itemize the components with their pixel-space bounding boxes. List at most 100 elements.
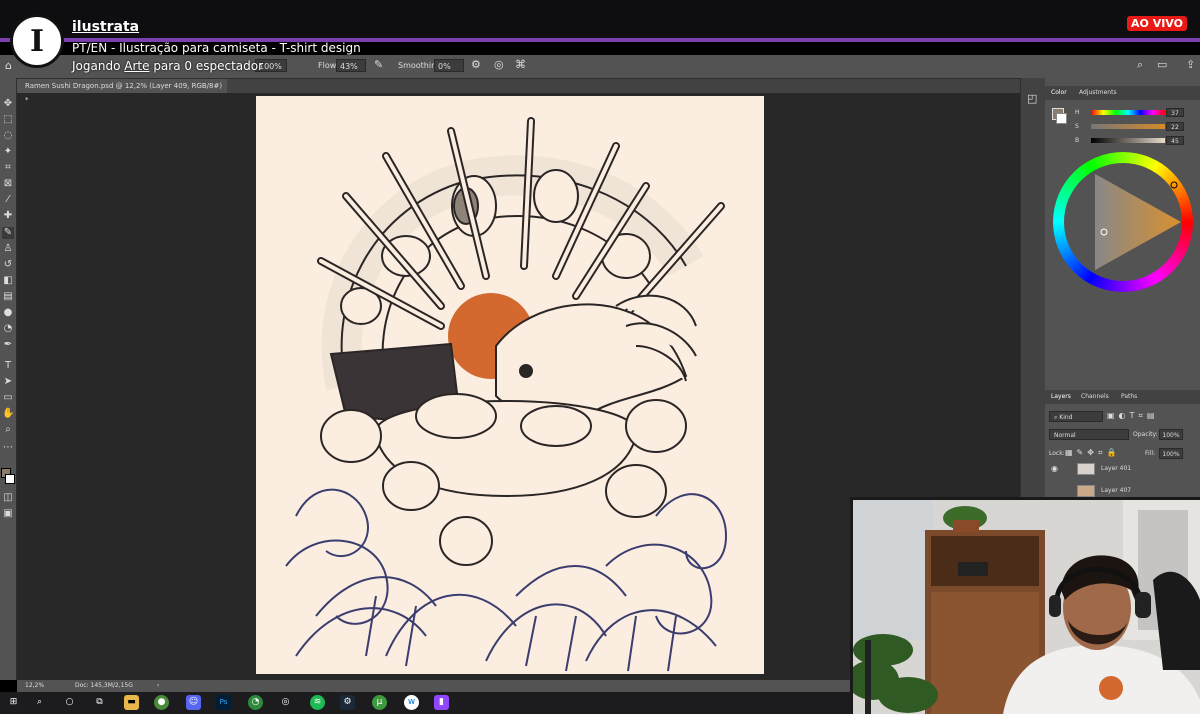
stream-header — [0, 0, 1200, 40]
chrome-icon[interactable]: ● — [154, 695, 169, 710]
hand-tool-icon[interactable]: ✋ — [2, 408, 14, 420]
stamp-tool-icon[interactable]: ♙ — [2, 243, 14, 255]
symmetry-icon[interactable]: ⌘ — [515, 58, 526, 71]
screen-mode-icon[interactable]: ▣ — [2, 508, 14, 520]
history-brush-tool-icon[interactable]: ↺ — [2, 259, 14, 271]
zoom-level[interactable]: 12,2% — [25, 682, 44, 689]
quick-mask-icon[interactable]: ◫ — [2, 492, 14, 504]
healing-tool-icon[interactable]: ✚ — [2, 210, 14, 222]
layer-filter-value: Kind — [1059, 414, 1073, 421]
channel-avatar[interactable]: I — [10, 14, 64, 68]
home-icon[interactable]: ⌂ — [5, 59, 12, 72]
hue-label: H — [1075, 109, 1080, 116]
search-icon[interactable]: ⌕ — [1137, 58, 1143, 72]
layer-fill-field[interactable]: 100% — [1159, 448, 1183, 459]
file-explorer-icon[interactable]: ▬ — [124, 695, 139, 710]
webcam-overlay — [850, 497, 1200, 714]
layer-filter-icons[interactable]: ▣◐T⌗▤ — [1107, 411, 1159, 421]
lock-label: Lock: — [1049, 450, 1065, 457]
windows-start-icon[interactable]: ⊞ — [6, 695, 21, 710]
background-color-swatch[interactable] — [5, 474, 15, 484]
layers-panel-tabs: Layers Channels Paths — [1045, 390, 1200, 404]
photoshop-icon[interactable]: Ps — [216, 695, 231, 710]
layer-name: Layer 407 — [1101, 487, 1132, 494]
brightness-slider[interactable] — [1091, 138, 1165, 143]
hue-slider[interactable] — [1091, 110, 1165, 115]
airbrush-icon[interactable]: ✎ — [374, 58, 383, 71]
document-size: Doc: 145,3M/2,15G — [75, 682, 133, 689]
document-canvas[interactable] — [256, 96, 764, 674]
frame-tool-icon[interactable]: ⊠ — [2, 178, 14, 190]
tab-paths[interactable]: Paths — [1121, 393, 1137, 400]
shape-tool-icon[interactable]: ▭ — [2, 392, 14, 404]
search-icon[interactable]: ⌕ — [32, 695, 47, 710]
blend-mode-select[interactable]: Normal — [1049, 429, 1129, 440]
path-selection-tool-icon[interactable]: ➤ — [2, 376, 14, 388]
marquee-tool-icon[interactable]: ⬚ — [2, 114, 14, 126]
spotify-icon[interactable]: ≋ — [310, 695, 325, 710]
category-link[interactable]: Arte — [124, 59, 149, 73]
move-tool-icon[interactable]: ✥ — [2, 98, 14, 110]
layer-item[interactable]: ◉ Layer 401 — [1047, 461, 1197, 477]
app-green-icon[interactable]: ◔ — [248, 695, 263, 710]
utorrent-icon[interactable]: μ — [372, 695, 387, 710]
tab-channels[interactable]: Channels — [1081, 393, 1109, 400]
layer-filter-select[interactable]: ⌕ Kind — [1049, 411, 1103, 422]
saturation-value[interactable]: 22 — [1166, 122, 1184, 131]
workspace-icon[interactable]: ▭ — [1157, 58, 1167, 71]
channel-logo-letter: I — [29, 23, 45, 59]
flow-field[interactable]: 43% — [336, 59, 366, 72]
channel-name-link[interactable]: ilustrata — [72, 19, 139, 35]
layer-opacity-field[interactable]: 100% — [1159, 429, 1183, 440]
lasso-tool-icon[interactable]: ◌ — [2, 130, 14, 142]
brush-tool-icon[interactable]: ✎ — [2, 227, 14, 239]
tab-layers[interactable]: Layers — [1051, 393, 1071, 400]
layer-name: Layer 401 — [1101, 465, 1132, 472]
eye-icon[interactable]: ◉ — [1051, 464, 1058, 473]
cortana-icon[interactable]: ○ — [62, 695, 77, 710]
layer-thumbnail — [1077, 485, 1095, 497]
opacity-label: Opacity: — [1133, 431, 1158, 438]
pen-tool-icon[interactable]: ✒ — [2, 339, 14, 351]
obs-icon[interactable]: ◎ — [278, 695, 293, 710]
smoothing-field[interactable]: 0% — [434, 59, 464, 72]
hue-slider-row: H 37 — [1053, 108, 1193, 118]
saturation-slider-row: S 22 — [1053, 122, 1193, 132]
crop-tool-icon[interactable]: ⌗ — [2, 162, 14, 174]
tab-color[interactable]: Color — [1051, 89, 1067, 96]
search-icon: ⌕ — [1054, 414, 1058, 421]
playing-label: Jogando — [72, 59, 121, 73]
gear-icon[interactable]: ⚙ — [471, 58, 481, 71]
magic-wand-tool-icon[interactable]: ✦ — [2, 146, 14, 158]
eyedropper-tool-icon[interactable]: ⁄ — [2, 194, 14, 206]
more-tools-icon[interactable]: ⋯ — [2, 442, 14, 454]
writer-icon[interactable]: w — [404, 695, 419, 710]
task-view-icon[interactable]: ⧉ — [92, 695, 107, 710]
pressure-icon[interactable]: ◎ — [494, 58, 504, 71]
lock-icons[interactable]: ▦✎✥⌗🔒 — [1065, 448, 1120, 458]
eraser-tool-icon[interactable]: ◧ — [2, 275, 14, 287]
layer-thumbnail — [1077, 463, 1095, 475]
gradient-tool-icon[interactable]: ▤ — [2, 291, 14, 303]
share-icon[interactable]: ⇪ — [1186, 58, 1195, 71]
viewer-count: para 0 espectador — [153, 59, 264, 73]
type-tool-icon[interactable]: T — [2, 360, 14, 372]
tab-adjustments[interactable]: Adjustments — [1079, 89, 1117, 96]
twitch-icon[interactable]: ▮ — [434, 695, 449, 710]
blur-tool-icon[interactable]: ● — [2, 307, 14, 319]
color-wheel[interactable] — [1053, 152, 1193, 292]
artwork-illustration — [285, 117, 728, 672]
brightness-value[interactable]: 45 — [1166, 136, 1184, 145]
steam-icon[interactable]: ⚙ — [340, 695, 355, 710]
stream-subtitle: Jogando Arte para 0 espectador — [72, 59, 263, 73]
dodge-tool-icon[interactable]: ◔ — [2, 323, 14, 335]
brightness-slider-row: B 45 — [1053, 136, 1193, 146]
discord-icon[interactable]: ☺ — [186, 695, 201, 710]
status-menu-arrow-icon[interactable]: › — [157, 682, 159, 689]
zoom-tool-icon[interactable]: ⌕ — [2, 424, 14, 436]
stream-title: PT/EN - Ilustração para camiseta - T-shi… — [72, 41, 361, 55]
hue-value[interactable]: 37 — [1166, 108, 1184, 117]
history-panel-icon[interactable]: ◰ — [1027, 92, 1037, 105]
document-tab[interactable]: Ramen Sushi Dragon.psd @ 12,2% (Layer 40… — [17, 79, 227, 104]
saturation-slider[interactable] — [1091, 124, 1165, 129]
